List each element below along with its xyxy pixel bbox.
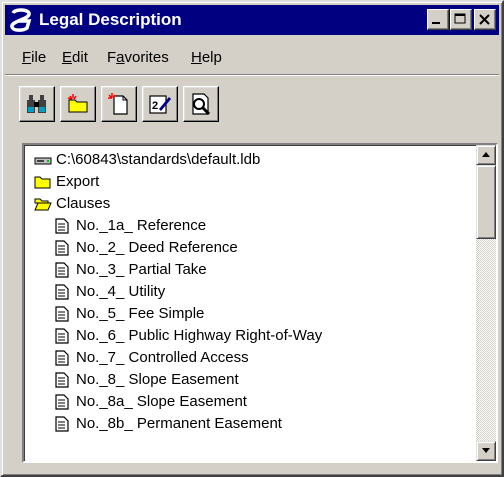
find-button[interactable] bbox=[19, 86, 55, 122]
menu-help[interactable]: Help bbox=[191, 48, 222, 68]
rename-icon: 2 bbox=[149, 95, 171, 114]
menu-edit[interactable]: Edit bbox=[62, 48, 88, 68]
tree-item-label: No._8a_ Slope Easement bbox=[76, 393, 247, 410]
open-folder-icon bbox=[34, 198, 52, 211]
document-icon bbox=[55, 350, 69, 366]
arrow-up-icon bbox=[482, 152, 490, 157]
maximize-button[interactable] bbox=[450, 9, 472, 30]
document-icon bbox=[55, 284, 69, 300]
folder-icon bbox=[34, 176, 51, 189]
tree-item-label: No._8b_ Permanent Easement bbox=[76, 415, 282, 432]
app-logo-icon bbox=[10, 8, 32, 32]
new-document-button[interactable] bbox=[101, 86, 137, 122]
menu-favorites[interactable]: Favorites bbox=[107, 48, 169, 68]
maximize-icon bbox=[454, 13, 466, 24]
arrow-down-icon bbox=[482, 448, 490, 453]
tree-item-label: No._4_ Utility bbox=[76, 283, 166, 300]
close-button[interactable] bbox=[474, 9, 496, 30]
vertical-scrollbar[interactable] bbox=[476, 145, 496, 461]
drive-icon bbox=[34, 157, 52, 165]
tree-folder-label: Export bbox=[56, 173, 100, 190]
document-icon bbox=[55, 262, 69, 278]
preview-icon bbox=[192, 93, 211, 116]
document-icon bbox=[55, 416, 69, 432]
tree-item-label: No._1a_ Reference bbox=[76, 217, 207, 234]
open-folder-button[interactable] bbox=[60, 86, 96, 122]
document-icon bbox=[55, 328, 69, 344]
title-bar[interactable]: Legal Description bbox=[5, 5, 499, 35]
clause-tree[interactable]: C:\60843\standards\default.ldb Export Cl… bbox=[22, 143, 498, 463]
svg-text:2: 2 bbox=[152, 100, 158, 112]
open-folder-icon bbox=[67, 94, 88, 113]
legal-description-window: Legal Description File Edit Favorites He… bbox=[0, 0, 504, 477]
find-icon bbox=[27, 95, 46, 113]
new-document-icon bbox=[108, 93, 128, 115]
scroll-up-button[interactable] bbox=[476, 145, 496, 165]
scroll-down-button[interactable] bbox=[476, 441, 496, 461]
tree-folder-label: Clauses bbox=[56, 195, 111, 212]
scrollbar-thumb[interactable] bbox=[476, 165, 496, 239]
document-icon bbox=[55, 218, 69, 234]
document-icon bbox=[55, 306, 69, 322]
tree-item-label: No._7_ Controlled Access bbox=[76, 349, 249, 366]
document-icon bbox=[55, 372, 69, 388]
document-icon bbox=[55, 240, 69, 256]
window-title: Legal Description bbox=[39, 10, 182, 29]
tree-item-label: No._8_ Slope Easement bbox=[76, 371, 239, 388]
tree-item-label: No._6_ Public Highway Right-of-Way bbox=[76, 327, 323, 344]
tree-item-label: No._3_ Partial Take bbox=[76, 261, 207, 278]
tree-root-label: C:\60843\standards\default.ldb bbox=[56, 151, 261, 168]
minimize-button[interactable] bbox=[427, 9, 449, 30]
toolbar-separator bbox=[5, 74, 499, 76]
tree-item-label: No._5_ Fee Simple bbox=[76, 305, 205, 322]
rename-button[interactable]: 2 bbox=[142, 86, 178, 122]
close-icon bbox=[479, 14, 490, 25]
menu-file[interactable]: File bbox=[22, 48, 46, 68]
minimize-icon bbox=[432, 22, 440, 24]
tree-item-label: No._2_ Deed Reference bbox=[76, 239, 238, 256]
menu-bar: File Edit Favorites Help bbox=[5, 46, 499, 70]
preview-button[interactable] bbox=[183, 86, 219, 122]
document-icon bbox=[55, 394, 69, 410]
